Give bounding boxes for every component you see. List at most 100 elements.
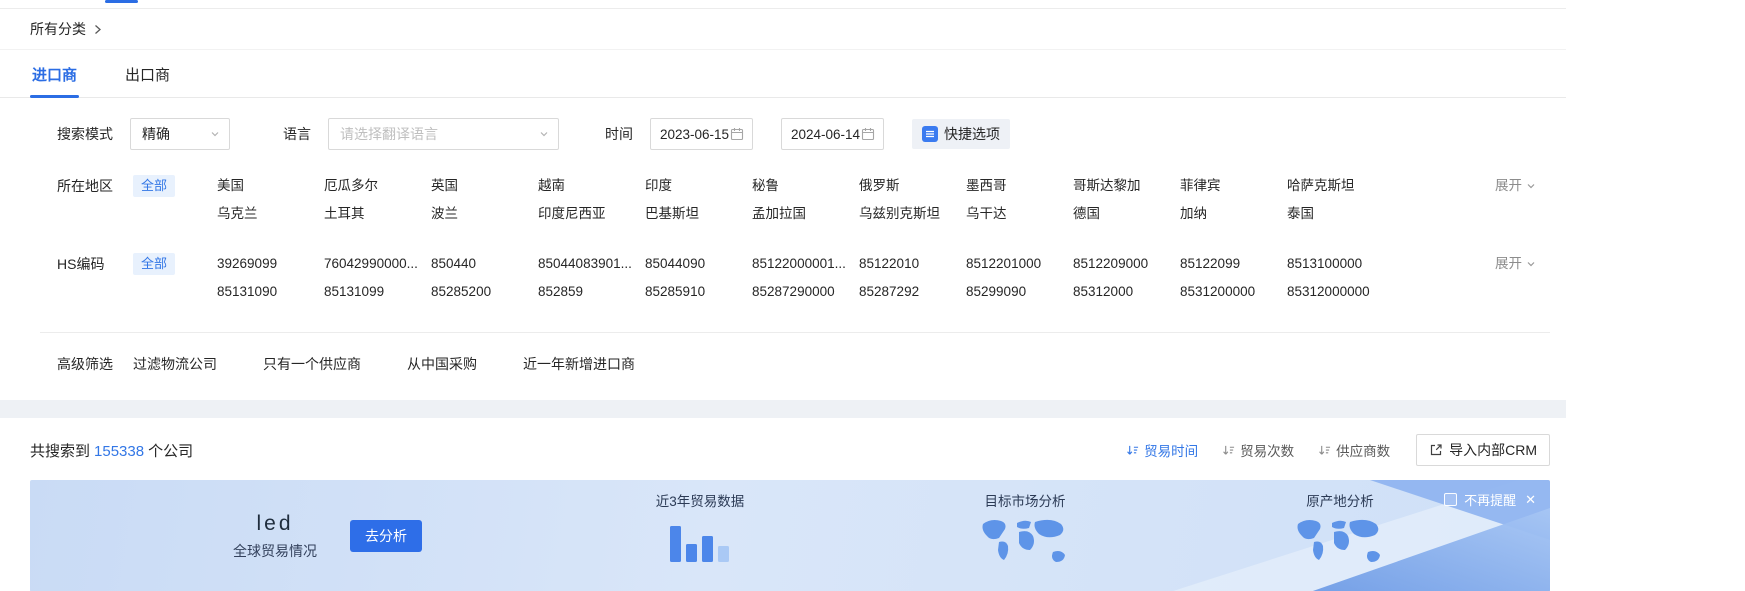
region-item[interactable]: 印度尼西亚 [538, 200, 645, 228]
import-crm-button[interactable]: 导入内部CRM [1416, 434, 1550, 466]
hscode-expand-link[interactable]: 展开 [1495, 250, 1536, 278]
region-item[interactable]: 秘鲁 [752, 172, 859, 200]
region-item[interactable]: 泰国 [1287, 200, 1394, 228]
sort-option[interactable]: 贸易次数 [1222, 440, 1294, 460]
advanced-filter-option[interactable]: 近一年新增进口商 [523, 354, 635, 374]
hscode-item[interactable]: 76042990000... [324, 250, 431, 278]
hscode-item[interactable]: 85131099 [324, 278, 431, 306]
banner-card-target-market: 目标市场分析 [940, 490, 1110, 571]
results-actions: 贸易时间 贸易次数 供应商数 导入内部CRM [1126, 434, 1550, 466]
start-date-input[interactable]: 2023-06-15 [650, 118, 753, 150]
region-item[interactable]: 巴基斯坦 [645, 200, 752, 228]
sort-icon [1318, 444, 1331, 457]
banner-card-title: 原产地分析 [1255, 490, 1425, 510]
region-item[interactable]: 加纳 [1180, 200, 1287, 228]
advanced-filter-option[interactable]: 过滤物流公司 [133, 354, 217, 374]
hscode-item[interactable]: 85285200 [431, 278, 538, 306]
sort-options: 贸易时间 贸易次数 供应商数 [1126, 440, 1390, 460]
region-item[interactable]: 乌干达 [966, 200, 1073, 228]
hscode-item[interactable]: 39269099 [217, 250, 324, 278]
hscode-item[interactable]: 85287292 [859, 278, 966, 306]
results-header: 共搜索到155338个公司 贸易时间 贸易次数 供应商数 [30, 418, 1550, 466]
region-item[interactable]: 乌兹别克斯坦 [859, 200, 966, 228]
dismiss-checkbox[interactable] [1444, 493, 1457, 506]
sort-icon [1222, 444, 1235, 457]
tab[interactable]: 出口商 [123, 50, 172, 97]
hscode-item[interactable]: 85299090 [966, 278, 1073, 306]
hscode-item[interactable]: 85122000001... [752, 250, 859, 278]
hscode-item[interactable]: 85285910 [645, 278, 752, 306]
region-label: 所在地区 [57, 172, 113, 200]
region-all-tag[interactable]: 全部 [133, 175, 175, 197]
tab[interactable]: 进口商 [30, 50, 79, 97]
quick-options-icon [922, 126, 938, 142]
hscode-item[interactable]: 85131090 [217, 278, 324, 306]
hscode-item[interactable]: 850440 [431, 250, 538, 278]
filter-panel: 搜索模式 精确 语言 请选择翻译语言 时间 2023-06-15 2024-06… [0, 98, 1566, 400]
language-placeholder: 请选择翻译语言 [340, 124, 438, 144]
promo-banner: led 全球贸易情况 去分析 近3年贸易数据 目标市场分析 [30, 480, 1550, 591]
banner-card-title: 近3年贸易数据 [615, 490, 785, 510]
search-mode-value: 精确 [142, 124, 170, 144]
region-item[interactable]: 孟加拉国 [752, 200, 859, 228]
banner-card-origin: 原产地分析 [1255, 490, 1425, 571]
region-item[interactable]: 美国 [217, 172, 324, 200]
chevron-down-icon [1526, 181, 1536, 191]
analyze-button[interactable]: 去分析 [350, 520, 422, 552]
hscode-item[interactable]: 8513100000 [1287, 250, 1394, 278]
hscode-filter-row: HS编码 全部 3926909976042990000...8504408504… [30, 250, 1550, 306]
advanced-filter-row: 高级筛选 过滤物流公司只有一个供应商从中国采购近一年新增进口商 [30, 333, 1550, 400]
hscode-item[interactable]: 85287290000 [752, 278, 859, 306]
hscode-item[interactable]: 852859 [538, 278, 645, 306]
advanced-filter-option[interactable]: 从中国采购 [407, 354, 477, 374]
region-item[interactable]: 厄瓜多尔 [324, 172, 431, 200]
hscode-item[interactable]: 85044090 [645, 250, 752, 278]
banner-subtitle: 全球贸易情况 [220, 541, 330, 561]
region-item[interactable]: 墨西哥 [966, 172, 1073, 200]
sort-option[interactable]: 供应商数 [1318, 440, 1390, 460]
advanced-filter-option[interactable]: 只有一个供应商 [263, 354, 361, 374]
calendar-icon [730, 127, 744, 141]
hscode-item[interactable]: 85044083901... [538, 250, 645, 278]
region-expand-link[interactable]: 展开 [1495, 172, 1536, 200]
export-icon [1429, 443, 1443, 457]
search-form-row: 搜索模式 精确 语言 请选择翻译语言 时间 2023-06-15 2024-06… [30, 118, 1550, 150]
dismiss-label: 不再提醒 [1464, 490, 1516, 509]
region-item[interactable]: 土耳其 [324, 200, 431, 228]
banner-card-title: 目标市场分析 [940, 490, 1110, 510]
region-item[interactable]: 英国 [431, 172, 538, 200]
sort-option[interactable]: 贸易时间 [1126, 440, 1198, 460]
region-item[interactable]: 越南 [538, 172, 645, 200]
chevron-down-icon [1526, 259, 1536, 269]
world-map-icon [977, 516, 1073, 568]
end-date-input[interactable]: 2024-06-14 [781, 118, 884, 150]
hscode-item[interactable]: 8512201000 [966, 250, 1073, 278]
breadcrumb[interactable]: 所有分类 [0, 9, 1566, 50]
hscode-item[interactable]: 85312000 [1073, 278, 1180, 306]
chevron-down-icon [210, 129, 220, 139]
close-banner-icon[interactable]: ✕ [1525, 493, 1536, 506]
banner-keyword: led [220, 512, 330, 536]
results-count-number: 155338 [94, 443, 144, 460]
region-item[interactable]: 乌克兰 [217, 200, 324, 228]
region-item[interactable]: 哥斯达黎加 [1073, 172, 1180, 200]
hscode-item[interactable]: 8531200000 [1180, 278, 1287, 306]
world-map-icon [1292, 516, 1388, 568]
region-item[interactable]: 波兰 [431, 200, 538, 228]
sort-icon [1126, 444, 1139, 457]
language-select[interactable]: 请选择翻译语言 [328, 118, 559, 150]
region-item[interactable]: 俄罗斯 [859, 172, 966, 200]
tabs-bar: 进口商出口商 [0, 50, 1566, 98]
search-mode-select[interactable]: 精确 [130, 118, 230, 150]
hscode-item[interactable]: 85312000000 [1287, 278, 1394, 306]
quick-options-button[interactable]: 快捷选项 [912, 119, 1010, 149]
hscode-grid: 3926909976042990000...85044085044083901.… [217, 250, 1502, 306]
region-item[interactable]: 菲律宾 [1180, 172, 1287, 200]
region-item[interactable]: 哈萨克斯坦 [1287, 172, 1394, 200]
hscode-item[interactable]: 85122099 [1180, 250, 1287, 278]
hscode-item[interactable]: 85122010 [859, 250, 966, 278]
region-item[interactable]: 印度 [645, 172, 752, 200]
hscode-item[interactable]: 8512209000 [1073, 250, 1180, 278]
region-item[interactable]: 德国 [1073, 200, 1180, 228]
hscode-all-tag[interactable]: 全部 [133, 253, 175, 275]
